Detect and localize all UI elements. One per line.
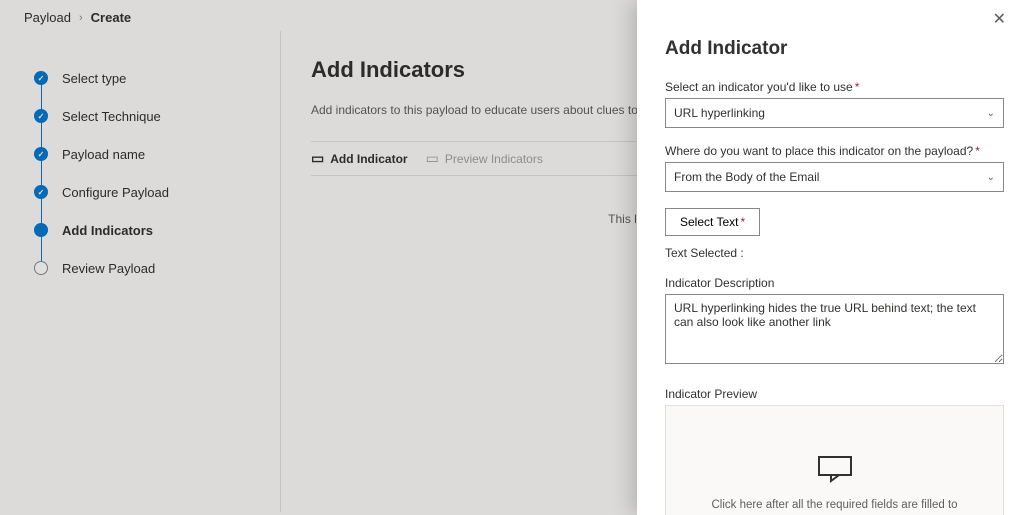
indicator-preview-box[interactable]: Click here after all the required fields…	[665, 405, 1004, 515]
place-indicator-label: Where do you want to place this indicato…	[665, 144, 1004, 158]
panel-title: Add Indicator	[665, 38, 1004, 60]
checkmark-icon: ✓	[34, 185, 48, 199]
pending-step-icon	[34, 261, 48, 275]
wizard-steps: ✓ Select type ✓ Select Technique ✓ Paylo…	[0, 31, 280, 512]
add-indicator-button[interactable]: ▭ Add Indicator	[311, 150, 408, 167]
place-indicator-dropdown[interactable]: From the Body of the Email ⌄	[665, 162, 1004, 192]
wizard-step-configure-payload[interactable]: ✓ Configure Payload	[34, 173, 260, 211]
text-selected-label: Text Selected :	[665, 246, 1004, 260]
select-indicator-label: Select an indicator you'd like to use*	[665, 80, 1004, 94]
indicator-description-label: Indicator Description	[665, 276, 1004, 290]
add-indicator-panel: ✕ Add Indicator Select an indicator you'…	[637, 0, 1024, 515]
indicator-description-input[interactable]	[665, 294, 1004, 364]
preview-indicators-button[interactable]: ▭ Preview Indicators	[426, 150, 543, 167]
wizard-step-select-technique[interactable]: ✓ Select Technique	[34, 97, 260, 135]
chevron-down-icon: ⌄	[987, 172, 995, 183]
chevron-right-icon: ›	[79, 12, 83, 24]
close-button[interactable]: ✕	[993, 12, 1006, 28]
checkmark-icon: ✓	[34, 147, 48, 161]
preview-hint-text: Click here after all the required fields…	[702, 497, 967, 515]
current-step-icon	[34, 223, 48, 237]
speech-bubble-icon	[817, 455, 853, 483]
wizard-step-select-type[interactable]: ✓ Select type	[34, 59, 260, 97]
select-indicator-dropdown[interactable]: URL hyperlinking ⌄	[665, 98, 1004, 128]
indicator-preview-label: Indicator Preview	[665, 387, 1004, 401]
chevron-down-icon: ⌄	[987, 108, 995, 119]
chat-icon: ▭	[426, 150, 439, 167]
wizard-step-review-payload[interactable]: Review Payload	[34, 249, 260, 287]
select-text-button[interactable]: Select Text*	[665, 208, 760, 236]
close-icon: ✕	[993, 11, 1006, 28]
checkmark-icon: ✓	[34, 109, 48, 123]
chat-icon: ▭	[311, 150, 324, 167]
breadcrumb-parent[interactable]: Payload	[24, 10, 71, 25]
checkmark-icon: ✓	[34, 71, 48, 85]
wizard-step-add-indicators[interactable]: Add Indicators	[34, 211, 260, 249]
wizard-step-payload-name[interactable]: ✓ Payload name	[34, 135, 260, 173]
breadcrumb-current: Create	[91, 10, 131, 25]
